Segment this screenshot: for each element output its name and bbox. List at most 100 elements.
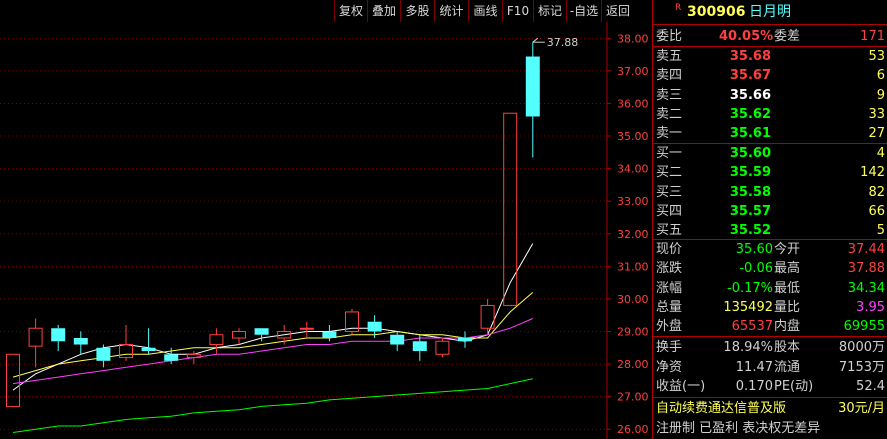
quote-value: -0.17% <box>727 280 773 296</box>
committee-ratio-value: 40.05% <box>719 29 774 44</box>
candle[interactable] <box>322 324 337 342</box>
price-axis: 38.00 37.00 36.00 35.00 34.00 33.00 32.00 31.00… <box>606 22 649 439</box>
y-tick-label: 32.00 <box>617 228 649 241</box>
ask-level-volume: 6 <box>876 68 885 84</box>
kline-chart[interactable]: 38.00 37.00 36.00 35.00 34.00 33.00 32.00 31.00… <box>0 0 652 439</box>
stats-value: 52.4 <box>856 379 885 394</box>
subscription-price[interactable]: 30元/月 <box>838 399 885 418</box>
stats-label: 净资 <box>656 359 683 375</box>
stats-value: 11.47 <box>735 359 773 375</box>
subscription-text[interactable]: 自动续费通达信普及版 <box>656 399 786 418</box>
quote-label: 量比 <box>774 299 801 315</box>
y-tick-label: 31.00 <box>617 260 649 273</box>
candle-body <box>209 334 224 346</box>
quote-label: 涨幅 <box>656 280 683 296</box>
y-tick-label: 38.00 <box>617 32 649 45</box>
candle-body <box>164 354 179 361</box>
bid-level-row[interactable]: 买三 35.58 82 <box>653 183 887 202</box>
stats-row: 收益(一) 0.170 PE(动) 52.4 <box>653 377 887 396</box>
ask-level-price: 35.62 <box>729 106 771 122</box>
stats-value: 8000万 <box>838 340 885 355</box>
ask-level-volume: 27 <box>868 126 885 142</box>
candle[interactable] <box>6 353 20 407</box>
stock-name[interactable]: 日月明 <box>749 3 791 21</box>
y-tick-label: 36.00 <box>617 97 649 110</box>
quote-label: 今开 <box>774 242 801 257</box>
bid-level-row[interactable]: 买一 35.60 4 <box>653 144 887 163</box>
quote-label: 现价 <box>656 242 683 257</box>
candle[interactable] <box>51 324 66 352</box>
bid-level-label: 买四 <box>656 203 683 219</box>
quote-value: 69955 <box>843 319 885 335</box>
high-price-annotation: 37.88 <box>532 36 579 49</box>
toolbar-button[interactable]: 标记 <box>533 0 566 22</box>
candle[interactable] <box>525 42 540 158</box>
toolbar-button[interactable]: 返回 <box>601 0 634 22</box>
candle[interactable] <box>73 331 88 355</box>
toolbar-button[interactable]: 叠加 <box>367 0 400 22</box>
candle[interactable] <box>299 321 314 339</box>
bid-level-volume: 66 <box>868 203 885 219</box>
candle[interactable] <box>232 328 246 345</box>
quote-value: 65537 <box>731 319 773 335</box>
quote-label: 最高 <box>774 261 801 277</box>
candle-body <box>96 347 111 361</box>
candle-body <box>412 341 427 352</box>
committee-row: 委比 40.05% 委差 171 <box>653 27 887 46</box>
y-tick-label: 30.00 <box>617 293 649 306</box>
quote-row: 涨幅 -0.17% 最低 34.34 <box>653 279 887 298</box>
quote-row: 外盘 65537 内盘 69955 <box>653 317 887 336</box>
candle-body <box>28 327 43 347</box>
quote-label: 最低 <box>774 280 801 296</box>
high-price-label: 37.88 <box>547 36 579 49</box>
quote-label: 内盘 <box>774 319 801 335</box>
candle-body <box>390 334 405 345</box>
candle[interactable] <box>345 308 359 335</box>
ask-level-volume: 33 <box>868 106 885 122</box>
stock-code[interactable]: 300906 <box>687 3 745 21</box>
toolbar-button[interactable]: 复权 <box>334 0 367 22</box>
stats-row: 净资 11.47 流通 7153万 <box>653 358 887 377</box>
chart-toolbar: 复权 叠加 多股 统计 画线 F10 标记 -自选 返回 <box>0 0 652 22</box>
candle[interactable] <box>480 298 495 335</box>
candle[interactable] <box>209 328 224 355</box>
candle-body <box>322 331 337 339</box>
stats-label: 收益(一) <box>656 379 706 394</box>
candle-body <box>435 340 450 355</box>
candle-body <box>6 353 20 407</box>
footer-subscription[interactable]: 自动续费通达信普及版 30元/月 <box>653 399 887 418</box>
high-pointer-arrow <box>532 37 539 43</box>
stock-tags: 注册制 已盈利 表决权无差异 <box>656 421 821 436</box>
stats-value: 0.170 <box>735 379 773 394</box>
ask-level-volume: 9 <box>876 87 885 103</box>
candle[interactable] <box>390 331 405 352</box>
toolbar-button[interactable]: 多股 <box>400 0 434 22</box>
toolbar-button[interactable]: -自选 <box>566 0 601 22</box>
y-tick-label: 37.00 <box>617 65 649 78</box>
candle-body <box>299 327 314 330</box>
candle[interactable] <box>503 112 518 306</box>
toolbar-button[interactable]: 统计 <box>434 0 468 22</box>
bid-level-row[interactable]: 买二 35.59 142 <box>653 163 887 182</box>
candle-body <box>503 112 518 306</box>
ask-level-label: 卖四 <box>656 68 683 84</box>
bid-level-row[interactable]: 买五 35.52 5 <box>653 221 887 240</box>
ask-level-row[interactable]: 卖一 35.61 27 <box>653 124 887 143</box>
ask-level-row[interactable]: 卖二 35.62 33 <box>653 105 887 124</box>
candle[interactable] <box>435 338 450 358</box>
ask-level-row[interactable]: 卖五 35.68 53 <box>653 47 887 66</box>
y-tick-label: 27.00 <box>617 391 649 404</box>
bid-level-row[interactable]: 买四 35.57 66 <box>653 202 887 221</box>
bid-level-price: 35.58 <box>729 184 771 200</box>
ask-level-row[interactable]: 卖四 35.67 6 <box>653 66 887 85</box>
candle[interactable] <box>28 318 43 368</box>
ask-level-row[interactable]: 卖三 35.66 9 <box>653 86 887 105</box>
toolbar-button[interactable]: 画线 <box>468 0 502 22</box>
stats-label: 股本 <box>774 340 801 355</box>
candle-body <box>254 328 269 335</box>
candle[interactable] <box>458 331 472 348</box>
toolbar-button[interactable]: F10 <box>502 0 533 22</box>
ask-level-price: 35.67 <box>729 68 771 84</box>
quote-label: 涨跌 <box>656 261 683 277</box>
candle[interactable] <box>141 328 156 355</box>
